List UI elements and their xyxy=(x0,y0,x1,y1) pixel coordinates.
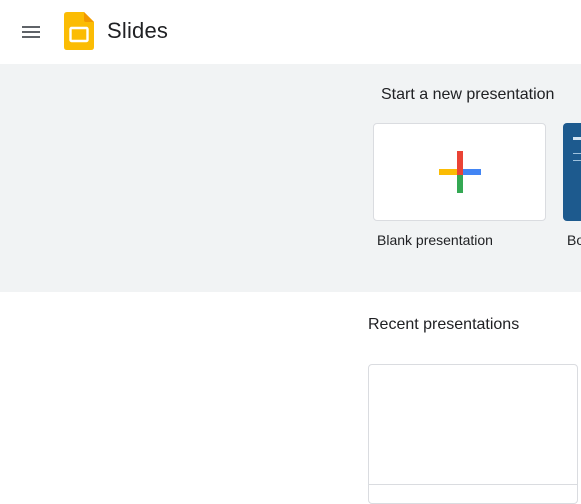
start-new-presentation-heading: Start a new presentation xyxy=(381,86,555,103)
hamburger-menu-icon xyxy=(22,26,40,38)
blank-presentation-label[interactable]: Blank presentation xyxy=(377,232,493,248)
top-bar: Slides xyxy=(0,0,581,64)
template-label[interactable]: Bo xyxy=(567,232,581,248)
recent-presentations-heading: Recent presentations xyxy=(368,316,520,333)
template-thumbnail-text xyxy=(573,160,581,161)
slides-logo-icon[interactable] xyxy=(64,12,94,50)
template-thumbnail-title xyxy=(573,137,581,140)
blank-presentation-card[interactable] xyxy=(373,123,546,221)
main-menu-button[interactable] xyxy=(13,14,49,50)
template-thumbnail-text xyxy=(573,153,581,154)
card-divider xyxy=(369,484,577,485)
app-name[interactable]: Slides xyxy=(107,18,168,44)
multicolor-plus-icon xyxy=(439,151,481,193)
recent-presentation-card[interactable] xyxy=(368,364,578,504)
